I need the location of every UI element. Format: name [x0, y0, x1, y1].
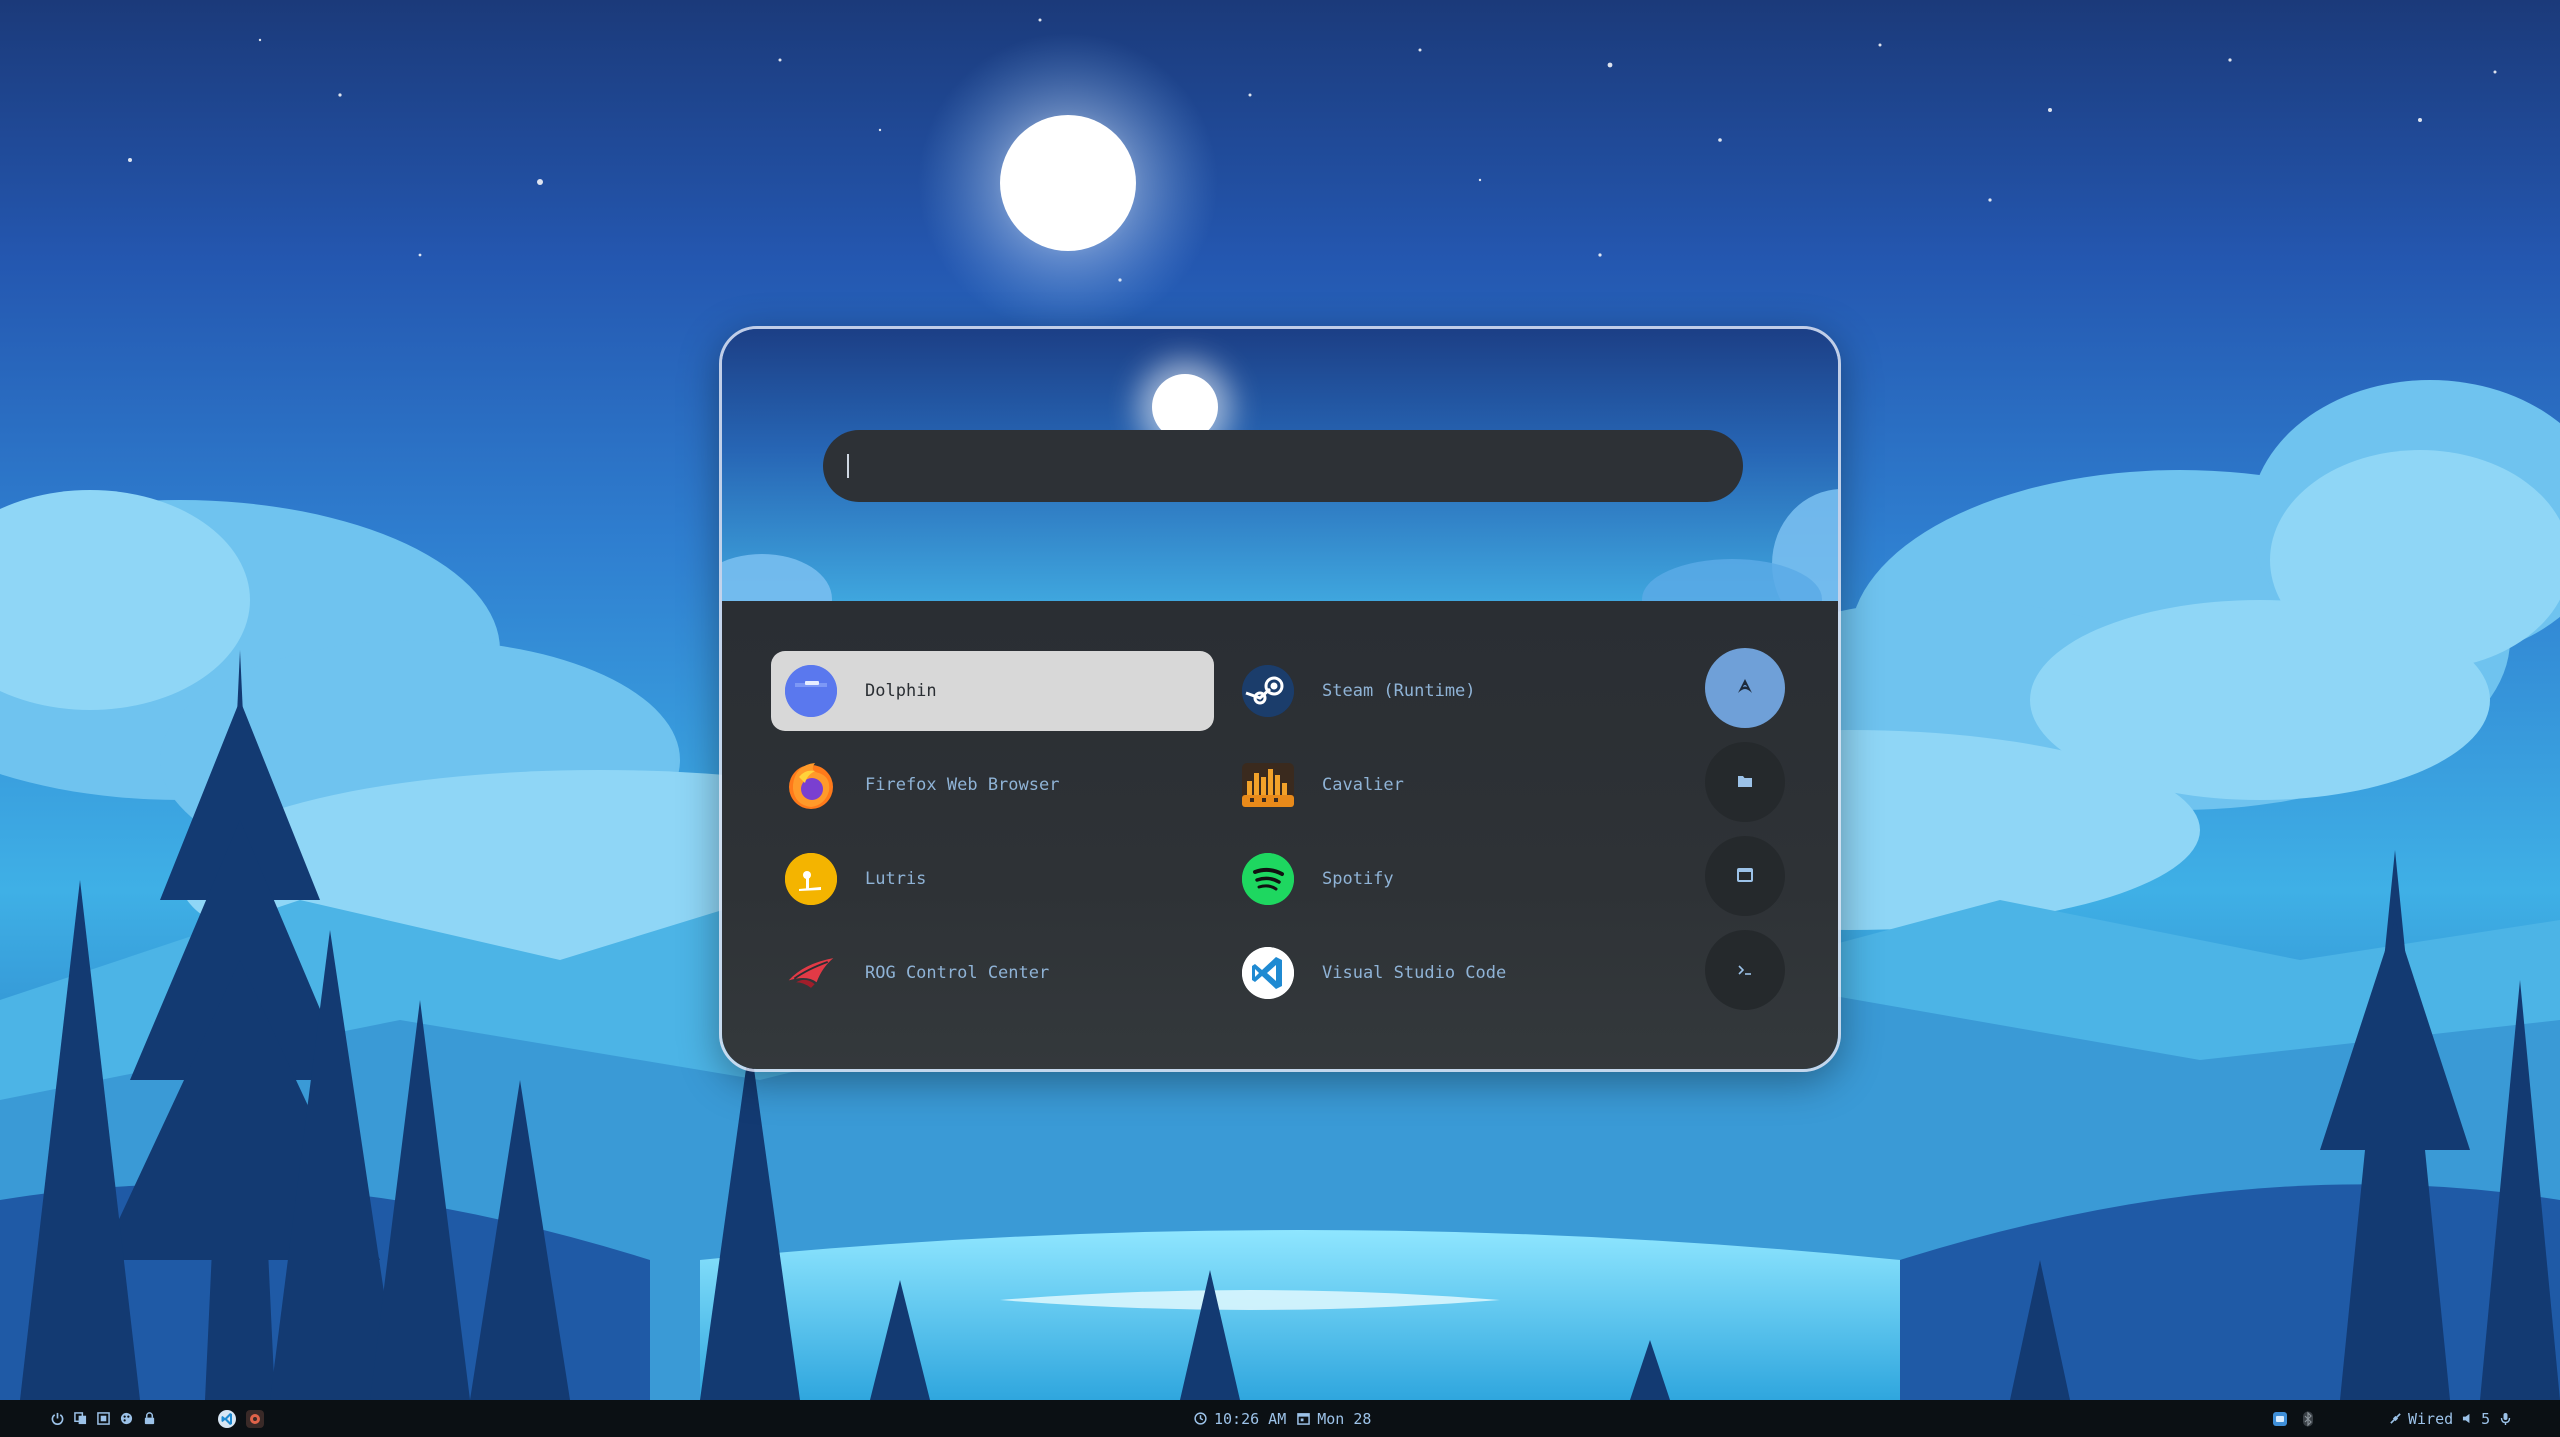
rog-icon — [785, 947, 837, 999]
text-cursor — [847, 454, 849, 478]
taskbar-status: Wired 5 — [2388, 1400, 2512, 1437]
search-bar[interactable] — [823, 429, 1743, 503]
vscode-icon — [1242, 947, 1294, 999]
app-item-rog-control-center[interactable]: ROG Control Center — [771, 933, 1214, 1013]
copy-icon[interactable] — [73, 1412, 87, 1426]
firefox-icon — [785, 759, 837, 811]
windows-button[interactable] — [1705, 836, 1785, 916]
app-label: Visual Studio Code — [1322, 963, 1507, 983]
app-label: Dolphin — [865, 681, 937, 701]
power-icon[interactable] — [50, 1412, 64, 1426]
app-item-firefox[interactable]: Firefox Web Browser — [771, 745, 1214, 825]
taskbar-tray — [2272, 1400, 2323, 1437]
taskbar: 10:26 AM Mon 28 Wired 5 — [0, 1400, 2560, 1437]
screenshot-icon[interactable] — [96, 1412, 110, 1426]
app-label: Cavalier — [1322, 775, 1404, 795]
dolphin-icon — [785, 665, 837, 717]
calendar-icon — [1296, 1412, 1310, 1426]
microphone-icon[interactable] — [2498, 1412, 2512, 1426]
launcher-body: Dolphin Firefox Web Browser Lutris ROG C… — [722, 601, 1838, 1069]
window-icon — [1737, 867, 1753, 886]
app-icon[interactable] — [246, 1409, 264, 1428]
network-status[interactable]: Wired — [2408, 1410, 2453, 1428]
vscode-icon[interactable] — [218, 1409, 236, 1428]
app-item-visual-studio-code[interactable]: Visual Studio Code — [1228, 933, 1671, 1013]
lutris-icon — [785, 853, 837, 905]
taskbar-clock[interactable]: 10:26 AM Mon 28 — [1193, 1400, 1371, 1437]
app-item-lutris[interactable]: Lutris — [771, 839, 1214, 919]
spotify-icon — [1242, 853, 1294, 905]
app-label: ROG Control Center — [865, 963, 1050, 983]
terminal-icon — [1737, 961, 1753, 980]
taskbar-running-apps — [218, 1400, 273, 1437]
cavalier-icon — [1242, 759, 1294, 811]
terminal-button[interactable] — [1705, 930, 1785, 1010]
launcher-header — [722, 329, 1838, 601]
app-label: Firefox Web Browser — [865, 775, 1060, 795]
app-item-cavalier[interactable]: Cavalier — [1228, 745, 1671, 825]
bluetooth-icon[interactable] — [2302, 1411, 2314, 1427]
arch-logo-icon — [1737, 678, 1753, 698]
app-item-spotify[interactable]: Spotify — [1228, 839, 1671, 919]
lock-icon[interactable] — [142, 1412, 156, 1426]
palette-icon[interactable] — [119, 1412, 133, 1426]
clock-icon — [1193, 1412, 1207, 1426]
search-input[interactable] — [847, 429, 1743, 503]
app-launcher: Dolphin Firefox Web Browser Lutris ROG C… — [719, 326, 1841, 1072]
files-button[interactable] — [1705, 742, 1785, 822]
app-item-steam-runtime[interactable]: Steam (Runtime) — [1228, 651, 1671, 731]
folder-icon — [1737, 773, 1753, 792]
volume-icon — [2461, 1412, 2475, 1426]
clock-time: 10:26 AM — [1214, 1409, 1287, 1428]
volume-level[interactable]: 5 — [2481, 1410, 2490, 1428]
app-label: Spotify — [1322, 869, 1394, 889]
network-icon — [2388, 1412, 2402, 1426]
chat-icon[interactable] — [2272, 1411, 2288, 1427]
arch-logo-button[interactable] — [1705, 648, 1785, 728]
taskbar-quick-actions — [50, 1400, 165, 1437]
app-item-dolphin[interactable]: Dolphin — [771, 651, 1214, 731]
app-label: Lutris — [865, 869, 927, 889]
header-cloud — [722, 554, 832, 601]
app-label: Steam (Runtime) — [1322, 681, 1476, 701]
calendar-date: Mon 28 — [1317, 1409, 1372, 1428]
steam-icon — [1242, 665, 1294, 717]
